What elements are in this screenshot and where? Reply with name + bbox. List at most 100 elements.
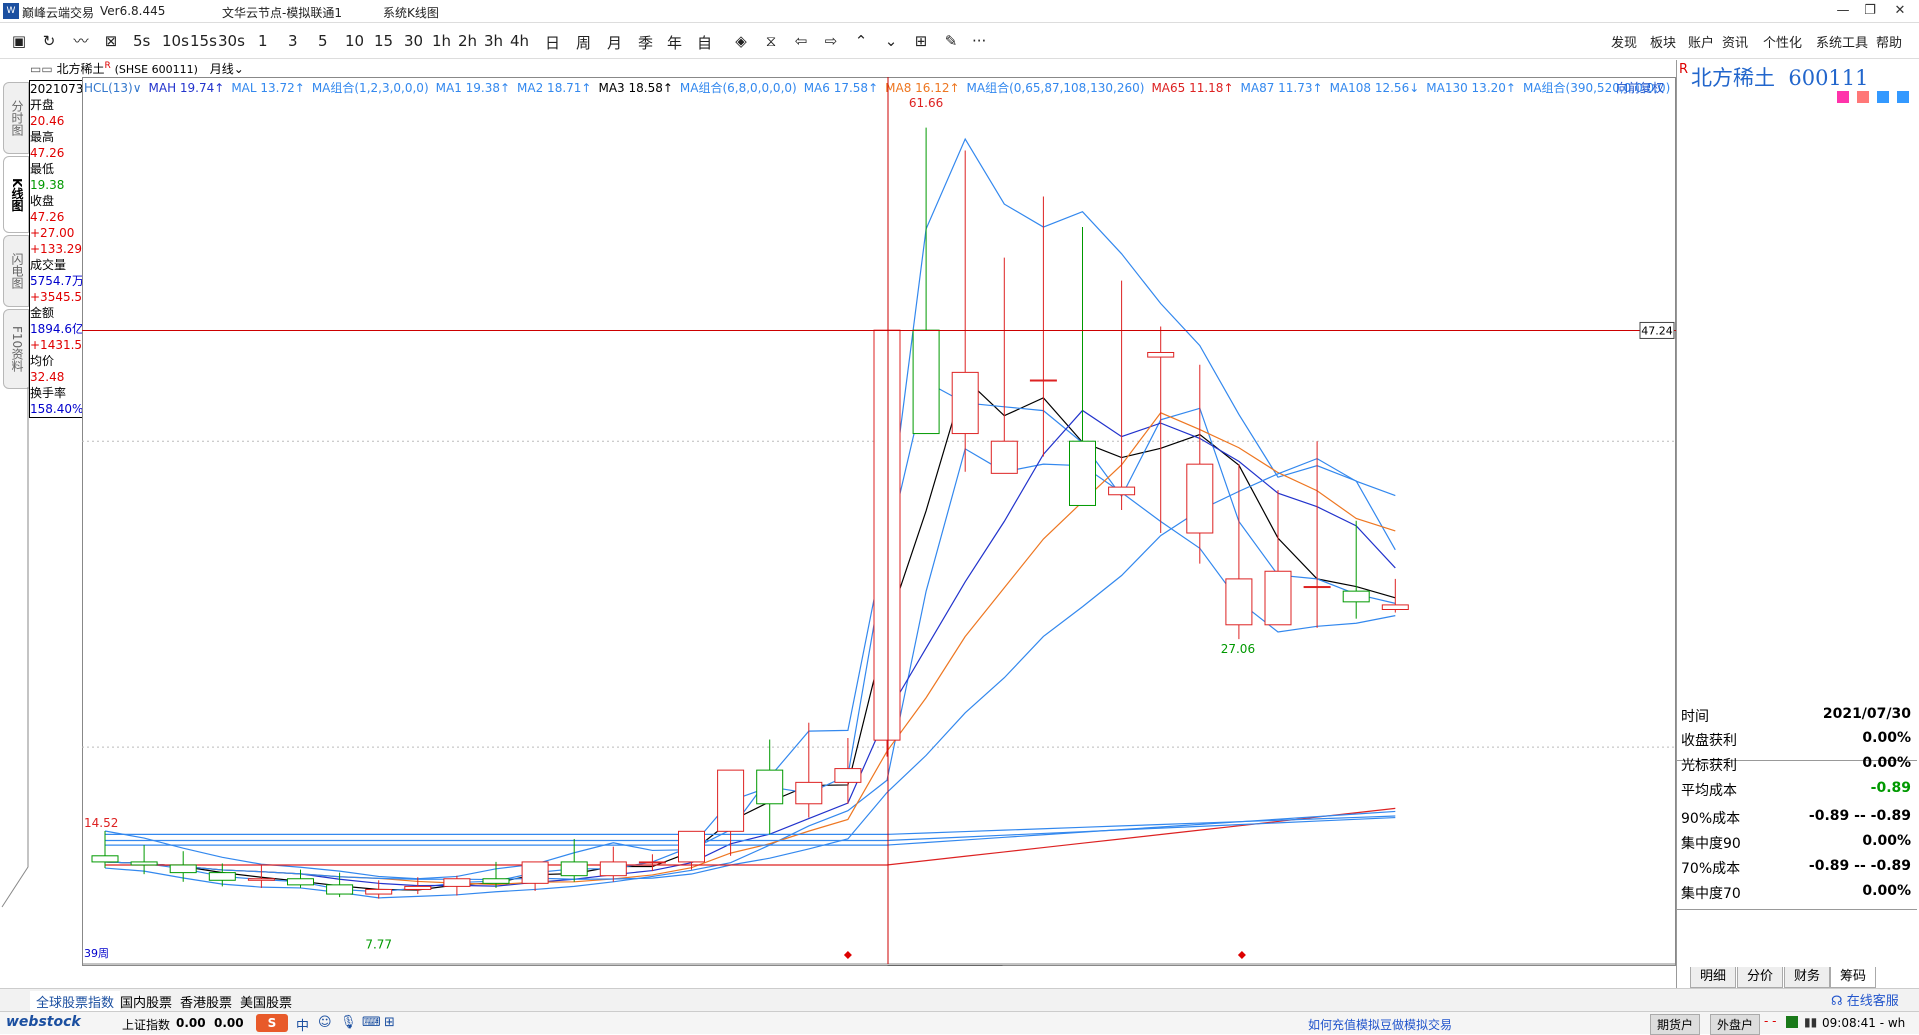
rp-tool-icon-1[interactable]	[1837, 91, 1849, 103]
tab-lightning[interactable]: 闪电图	[3, 235, 29, 307]
line-chart-icon[interactable]: 〰	[70, 30, 92, 52]
zoom-in-icon[interactable]: ⌃	[850, 30, 872, 52]
more-button[interactable]: ···	[972, 32, 986, 50]
info-line: 47.26	[30, 146, 65, 160]
info-line: 20210730	[30, 82, 82, 96]
restore-icon[interactable]: ❐	[1857, 2, 1883, 20]
period-1[interactable]: 1	[258, 32, 268, 50]
ma3-line	[104, 377, 1396, 891]
apps-icon[interactable]: ⊞	[384, 1015, 395, 1030]
keyboard-icon[interactable]: ⌨	[362, 1015, 381, 1030]
ime-logo-icon[interactable]: S	[256, 1014, 288, 1032]
candle-body	[482, 878, 510, 884]
menu-1[interactable]: 板块	[1650, 32, 1676, 51]
status-bar: webstock 上证指数 0.00 0.00 S 中 ☺ 🎙 ⌨ ⊞ 如何充值…	[0, 1011, 1919, 1035]
server-name: 文华云节点-模拟联通1	[222, 6, 342, 20]
candle-body	[130, 861, 158, 866]
menu-3[interactable]: 资讯	[1722, 32, 1748, 51]
period-月[interactable]: 月	[607, 32, 622, 53]
symbol-name: 北方稀土	[56, 62, 105, 76]
period-10s[interactable]: 10s	[162, 32, 189, 50]
rp-tab-1[interactable]: 分价	[1737, 967, 1783, 988]
period-2h[interactable]: 2h	[458, 32, 477, 50]
menu-6[interactable]: 帮助	[1876, 32, 1902, 51]
tab-f10[interactable]: F10资料	[3, 309, 29, 389]
zoom-out-icon[interactable]: ⌄	[880, 30, 902, 52]
info-line: 均价	[30, 354, 55, 368]
rp-row-label: 收盘获利	[1681, 733, 1737, 749]
chevron-down-icon: ⌄	[233, 62, 244, 76]
rp-row-label: 光标获利	[1681, 758, 1737, 774]
rp-tab-2[interactable]: 财务	[1784, 967, 1830, 988]
period-10[interactable]: 10	[345, 32, 364, 50]
futures-account-button[interactable]: 期货户	[1650, 1014, 1701, 1035]
market-tab-0[interactable]: 全球股票指数	[30, 991, 121, 1012]
period-年[interactable]: 年	[667, 32, 682, 53]
rp-tab-0[interactable]: 明细	[1690, 967, 1736, 988]
menu-4[interactable]: 个性化	[1763, 32, 1802, 51]
rp-tool-icon-3[interactable]	[1877, 91, 1889, 103]
window-tab[interactable]: 系统K线图	[383, 4, 439, 21]
market-tab-2[interactable]: 香港股票	[174, 991, 238, 1012]
period-自[interactable]: 自	[697, 32, 712, 53]
arrow-right-icon[interactable]: ⇨	[820, 30, 842, 52]
candle-body	[326, 884, 354, 895]
online-service-link[interactable]: ☊ 在线客服	[1831, 990, 1899, 1009]
info-line: +3545.5	[30, 290, 82, 304]
period-1h[interactable]: 1h	[432, 32, 451, 50]
period-30[interactable]: 30	[404, 32, 423, 50]
period-select[interactable]: 月线⌄	[210, 62, 244, 76]
info-line: +1431.5	[30, 338, 82, 352]
market-tab-1[interactable]: 国内股票	[114, 991, 178, 1012]
menu-0[interactable]: 发现	[1611, 32, 1637, 51]
period-季[interactable]: 季	[638, 32, 653, 53]
rp-row-label: 集中度70	[1681, 886, 1741, 902]
arrow-left-icon[interactable]: ⇦	[790, 30, 812, 52]
period-3h[interactable]: 3h	[484, 32, 503, 50]
rp-tab-3[interactable]: 筹码	[1830, 967, 1876, 988]
candle-body	[208, 872, 236, 881]
save-icon[interactable]: ▣	[8, 30, 30, 52]
period-15s[interactable]: 15s	[190, 32, 217, 50]
app-logo-icon: W	[3, 3, 19, 19]
info-line: 47.26	[30, 210, 65, 224]
period-日[interactable]: 日	[545, 32, 560, 53]
period-30s[interactable]: 30s	[218, 32, 245, 50]
candle-body	[1342, 590, 1370, 603]
market-tab-3[interactable]: 美国股票	[234, 991, 298, 1012]
chart-type-icon[interactable]: ⊠	[100, 30, 122, 52]
minimize-icon[interactable]: —	[1830, 2, 1856, 20]
period-周[interactable]: 周	[576, 32, 591, 53]
period-4h[interactable]: 4h	[510, 32, 529, 50]
candle-body	[1381, 604, 1409, 610]
rp-row-value: 0.00%	[1862, 755, 1911, 771]
period-15[interactable]: 15	[374, 32, 393, 50]
tab-kline[interactable]: K线图	[3, 156, 29, 233]
ime-mode[interactable]: 中	[296, 1015, 309, 1034]
mic-icon[interactable]: 🎙	[340, 1015, 357, 1030]
candle-body	[1303, 586, 1331, 589]
menu-2[interactable]: 账户	[1688, 32, 1714, 51]
rp-tool-icon-4[interactable]	[1897, 91, 1909, 103]
kline-chart[interactable]: 20.0040.002020/012021/012022/01 47.24202…	[82, 77, 1676, 966]
close-icon[interactable]: ✕	[1887, 2, 1913, 20]
alert-icon[interactable]: - -	[1764, 1014, 1776, 1028]
period-3[interactable]: 3	[288, 32, 298, 50]
period-5s[interactable]: 5s	[133, 32, 150, 50]
tab-timeshare[interactable]: 分时图	[3, 82, 29, 154]
link-icon[interactable]: ▭▭	[30, 62, 53, 76]
diamond-icon[interactable]: ◈	[730, 30, 752, 52]
candle-body	[756, 769, 784, 805]
menu-5[interactable]: 系统工具	[1816, 32, 1868, 51]
clock: 09:08:41 - wh	[1822, 1016, 1906, 1030]
period-5[interactable]: 5	[318, 32, 328, 50]
ma130-line	[105, 815, 1396, 835]
draw-tools-icon[interactable]: ⊞	[910, 30, 932, 52]
recharge-link[interactable]: 如何充值模拟豆做模拟交易	[1308, 1016, 1452, 1033]
rp-tool-icon-2[interactable]	[1857, 91, 1869, 103]
emoji-icon[interactable]: ☺	[318, 1015, 332, 1030]
outer-account-button[interactable]: 外盘户	[1710, 1014, 1761, 1035]
hourglass-icon[interactable]: ⧖	[760, 30, 782, 52]
pen-icon[interactable]: ✎	[940, 30, 962, 52]
refresh-icon[interactable]: ↻	[38, 30, 60, 52]
